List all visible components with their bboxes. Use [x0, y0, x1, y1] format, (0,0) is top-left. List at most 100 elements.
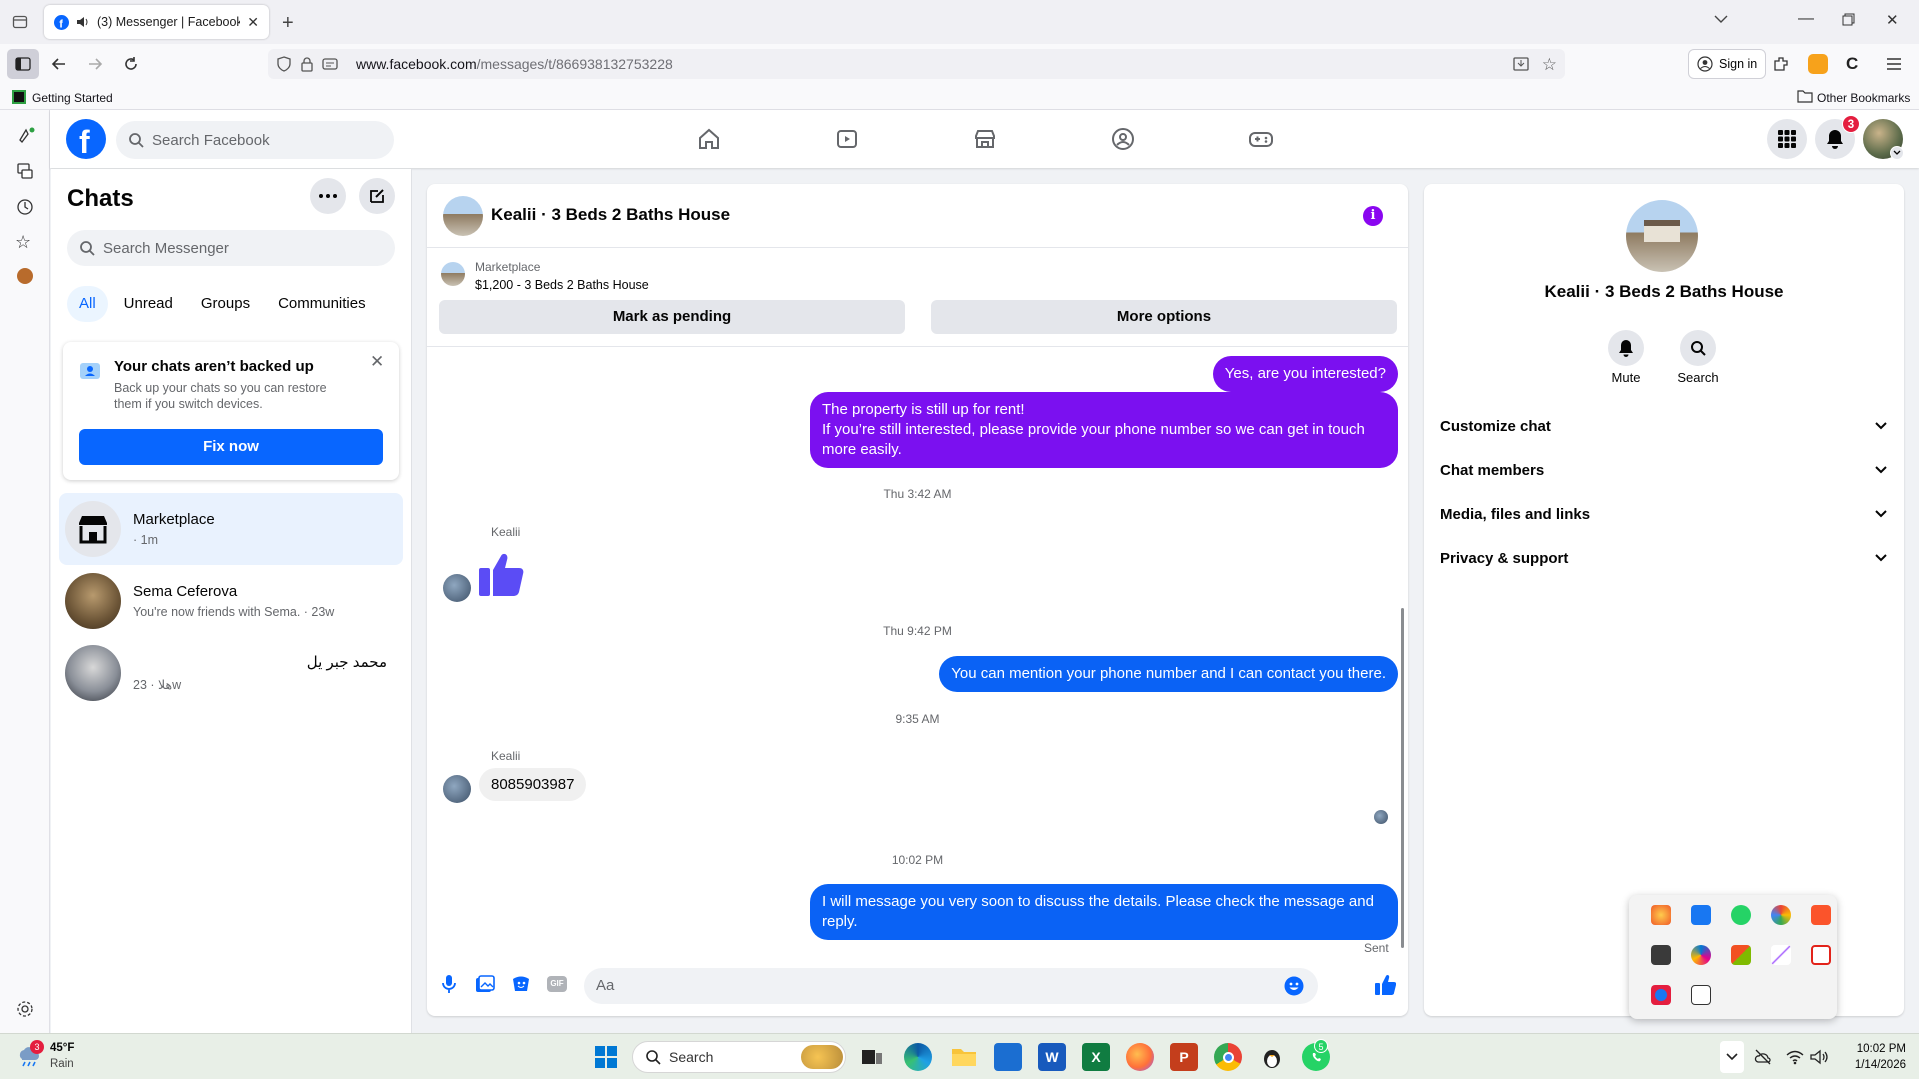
emoji-icon[interactable]: [1284, 976, 1304, 996]
sidebar-toggle-icon[interactable]: [7, 49, 39, 79]
message-outgoing[interactable]: I will message you very soon to discuss …: [810, 884, 1398, 940]
chat-item-mohammed[interactable]: محمد جبر يل هلا · 23w: [59, 637, 403, 709]
weather-desc[interactable]: Rain: [50, 1058, 74, 1070]
messenger-search-input[interactable]: Search Messenger: [67, 230, 395, 266]
restore-window-icon[interactable]: [1842, 13, 1855, 26]
message-input[interactable]: Aa: [584, 968, 1318, 1004]
sign-in-button[interactable]: Sign in: [1688, 49, 1766, 79]
clock-time[interactable]: 10:02 PM: [1840, 1043, 1906, 1055]
weather-temp[interactable]: 45°F: [50, 1042, 74, 1054]
home-icon[interactable]: [694, 124, 724, 154]
chat-options-icon[interactable]: [310, 178, 346, 214]
microsoft-store-icon[interactable]: [994, 1043, 1022, 1071]
new-message-icon[interactable]: [359, 178, 395, 214]
tray-ms-icon[interactable]: [1731, 945, 1751, 965]
attach-image-icon[interactable]: [475, 975, 495, 993]
message-outgoing[interactable]: The property is still up for rent! If yo…: [810, 392, 1398, 468]
search-label[interactable]: Search: [1662, 370, 1734, 385]
edge-browser-icon[interactable]: [904, 1043, 932, 1071]
video-icon[interactable]: [832, 124, 862, 154]
gaming-icon[interactable]: [1246, 124, 1276, 154]
chat-item-sema[interactable]: Sema Ceferova You're now friends with Se…: [59, 565, 403, 637]
menu-grid-icon[interactable]: [1767, 119, 1807, 159]
history-icon[interactable]: [16, 198, 34, 216]
minimize-window-icon[interactable]: —: [1798, 10, 1814, 28]
filter-tab-groups[interactable]: Groups: [189, 286, 262, 322]
tray-usb-icon[interactable]: [1691, 985, 1711, 1005]
section-media-files-links[interactable]: Media, files and links: [1440, 500, 1888, 528]
gif-icon[interactable]: GIF: [547, 976, 567, 992]
volume-icon[interactable]: [1810, 1049, 1828, 1065]
message-outgoing[interactable]: You can mention your phone number and I …: [939, 656, 1398, 692]
conversation-avatar[interactable]: [443, 196, 483, 236]
filter-tab-all[interactable]: All: [67, 286, 108, 322]
microphone-icon[interactable]: [441, 974, 457, 994]
marketplace-icon[interactable]: [970, 124, 1000, 154]
account-chevron-icon[interactable]: [1890, 146, 1904, 160]
conversation-title[interactable]: Kealii · 3 Beds 2 Baths House: [491, 205, 730, 225]
tab-overflow-chevron-icon[interactable]: [1714, 14, 1728, 24]
conversation-info-icon[interactable]: i: [1363, 206, 1383, 226]
mute-bell-icon[interactable]: [1608, 330, 1644, 366]
facebook-logo-icon[interactable]: f: [66, 119, 106, 159]
shield-icon[interactable]: [276, 56, 292, 72]
powerpoint-icon[interactable]: P: [1170, 1043, 1198, 1071]
bookmark-star-icon[interactable]: ☆: [1542, 55, 1557, 75]
download-page-icon[interactable]: [1513, 56, 1529, 72]
tray-colorful-icon[interactable]: [1771, 905, 1791, 925]
close-tab-icon[interactable]: ✕: [247, 14, 259, 31]
ai-chatbot-icon[interactable]: [16, 126, 36, 146]
extensions-icon[interactable]: [1772, 55, 1790, 73]
tray-whatsapp-icon[interactable]: [1731, 905, 1751, 925]
send-like-icon[interactable]: [1374, 974, 1396, 996]
new-tab-icon[interactable]: +: [282, 12, 294, 35]
app-menu-icon[interactable]: [1886, 57, 1902, 71]
section-chat-members[interactable]: Chat members: [1440, 456, 1888, 484]
firefox-icon[interactable]: [1126, 1043, 1154, 1071]
browser-tab[interactable]: f (3) Messenger | Facebook ✕: [44, 5, 269, 39]
url-field[interactable]: www.facebook.com/messages/t/866938132753…: [268, 49, 1565, 79]
clock-date[interactable]: 1/14/2026: [1840, 1059, 1906, 1071]
groups-icon[interactable]: [1108, 124, 1138, 154]
tray-copilot-icon[interactable]: [1691, 945, 1711, 965]
section-privacy-support[interactable]: Privacy & support: [1440, 544, 1888, 572]
filter-tab-communities[interactable]: Communities: [266, 286, 378, 322]
show-hidden-icons-chevron-icon[interactable]: [1720, 1041, 1744, 1073]
audio-playing-icon[interactable]: [76, 16, 90, 28]
info-avatar[interactable]: [1626, 200, 1698, 272]
cookie-extension-icon[interactable]: [17, 268, 33, 284]
chrome-icon[interactable]: [1214, 1043, 1242, 1071]
penguin-app-icon[interactable]: [1258, 1043, 1286, 1071]
mark-as-pending-button[interactable]: Mark as pending: [439, 300, 905, 334]
close-window-icon[interactable]: ✕: [1886, 11, 1899, 29]
taskbar-search-box[interactable]: Search: [632, 1041, 846, 1073]
bookmarks-star-icon[interactable]: ☆: [15, 232, 31, 253]
more-options-button[interactable]: More options: [931, 300, 1397, 334]
mute-label[interactable]: Mute: [1590, 370, 1662, 385]
filter-tab-unread[interactable]: Unread: [112, 286, 185, 322]
tray-pen-icon[interactable]: [1771, 945, 1791, 965]
task-view-icon[interactable]: [858, 1043, 886, 1071]
message-incoming[interactable]: 8085903987: [479, 768, 587, 801]
search-conversation-icon[interactable]: [1680, 330, 1716, 366]
thumbs-up-sticker-icon[interactable]: [477, 546, 529, 598]
tray-security-icon[interactable]: [1651, 985, 1671, 1005]
extension-c-icon[interactable]: C: [1846, 54, 1858, 74]
tray-app-fire-icon[interactable]: [1651, 905, 1671, 925]
file-explorer-icon[interactable]: [950, 1043, 978, 1071]
word-icon[interactable]: W: [1038, 1043, 1066, 1071]
sticker-icon[interactable]: [511, 975, 531, 993]
excel-icon[interactable]: X: [1082, 1043, 1110, 1071]
fix-now-button[interactable]: Fix now: [79, 429, 383, 465]
chat-item-marketplace[interactable]: Marketplace · 1m: [59, 493, 403, 565]
permissions-icon[interactable]: [322, 56, 338, 72]
close-backup-card-icon[interactable]: ✕: [370, 352, 384, 372]
bookmark-other[interactable]: Other Bookmarks: [1817, 91, 1910, 105]
scrollbar-thumb[interactable]: [1401, 608, 1404, 948]
customize-sidebar-gear-icon[interactable]: [16, 1000, 34, 1018]
forward-arrow-icon[interactable]: [86, 55, 104, 73]
tray-app-dark-icon[interactable]: [1651, 945, 1671, 965]
wifi-icon[interactable]: [1786, 1049, 1804, 1065]
listing-title[interactable]: $1,200 - 3 Beds 2 Baths House: [475, 278, 649, 292]
extension-honey-icon[interactable]: [1808, 54, 1828, 74]
